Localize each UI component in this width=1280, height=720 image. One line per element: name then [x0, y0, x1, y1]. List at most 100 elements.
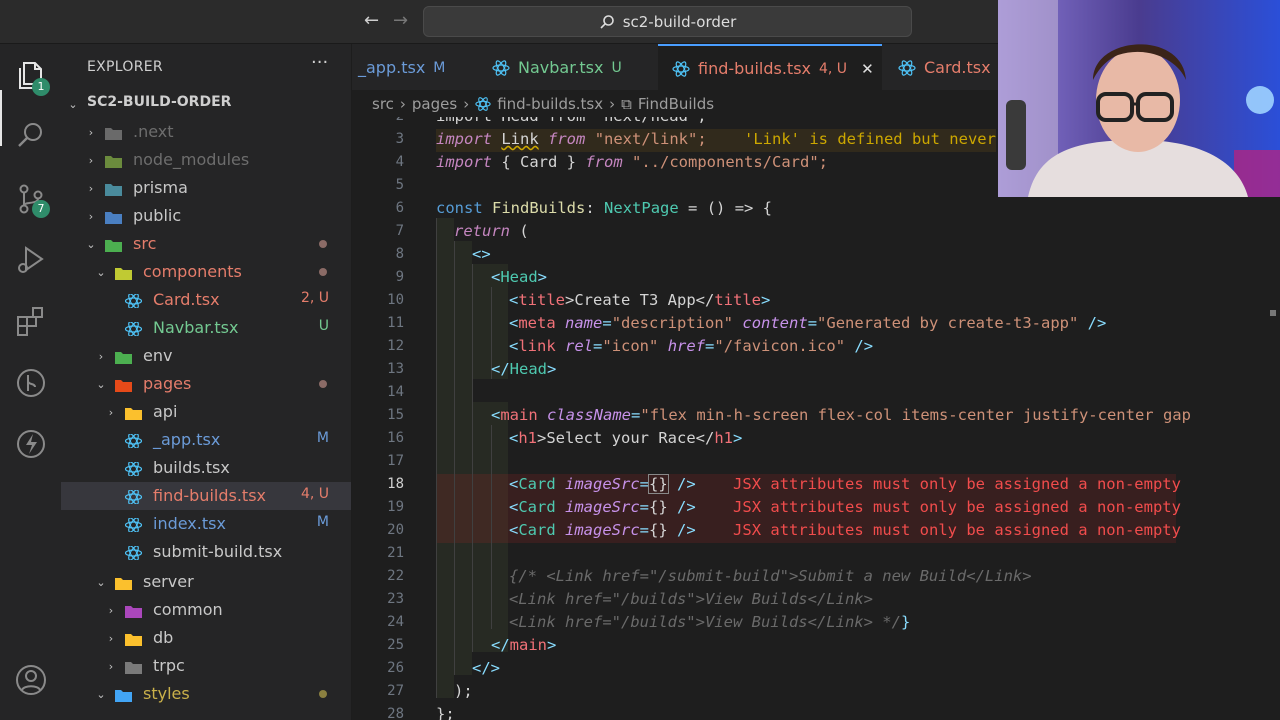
- forward-arrow-icon[interactable]: →: [393, 10, 408, 31]
- tree-item-find-builds-tsx[interactable]: find-builds.tsx 4, U: [61, 482, 351, 510]
- explorer-badge: 1: [32, 78, 50, 96]
- command-center-search[interactable]: sc2-build-order: [423, 6, 912, 37]
- tree-item-env[interactable]: › env: [61, 342, 351, 370]
- code-text: <Card imageSrc={} /> JSX attributes must…: [509, 521, 1181, 539]
- tree-item-label: builds.tsx: [153, 458, 230, 477]
- tree-item-builds-tsx[interactable]: builds.tsx: [61, 454, 351, 482]
- file-status-badge: M: [316, 430, 329, 446]
- file-status-badge: 2, U: [300, 290, 329, 306]
- tree-item-label: Card.tsx: [153, 290, 220, 309]
- tree-item-prisma[interactable]: › prisma: [61, 174, 351, 202]
- code-line: 20 <Card imageSrc={} /> JSX attributes m…: [352, 520, 1280, 543]
- react-file-icon: [124, 489, 143, 505]
- tree-item-label: public: [133, 206, 182, 225]
- tree-item-node-modules[interactable]: › node_modules: [61, 146, 351, 174]
- tree-item-pages[interactable]: ⌄ pages: [61, 370, 351, 398]
- tab-navbar-tsx[interactable]: Navbar.tsx U: [492, 44, 642, 90]
- code-text: <link rel="icon" href="/favicon.ico" />: [509, 337, 874, 355]
- tree-item-next[interactable]: › .next: [61, 118, 351, 146]
- code-text: <title>Create T3 App</title>: [509, 291, 771, 309]
- chevron-right-icon: ›: [108, 603, 114, 617]
- tree-item-api[interactable]: › api: [61, 398, 351, 426]
- file-status-badge: 4, U: [300, 486, 329, 502]
- react-icon: [475, 97, 491, 111]
- breadcrumb-item[interactable]: pages: [412, 95, 457, 113]
- line-number: 11: [387, 315, 404, 331]
- folder-env-icon: [115, 349, 132, 364]
- modified-dot: [319, 240, 327, 248]
- git-graph-icon[interactable]: [14, 366, 48, 400]
- close-icon[interactable]: ✕: [861, 60, 874, 78]
- tree-item-trpc[interactable]: › trpc: [61, 652, 351, 680]
- code-line: 9 <Head>: [352, 267, 1280, 290]
- code-text: <main className="flex min-h-screen flex-…: [491, 406, 1191, 424]
- tree-item-components[interactable]: ⌄ components: [61, 258, 351, 286]
- tree-item-server[interactable]: ⌄ server: [61, 568, 351, 596]
- tree-item-label: src: [133, 234, 157, 253]
- react-icon: [672, 60, 690, 77]
- modified-dot: [319, 690, 327, 698]
- tab-find-builds-tsx[interactable]: find-builds.tsx 4, U ✕: [658, 44, 882, 90]
- tree-root[interactable]: ⌄ SC2-BUILD-ORDER: [61, 90, 351, 118]
- tree-item-db[interactable]: › db: [61, 624, 351, 652]
- line-number: 16: [387, 430, 404, 446]
- tree-item-common[interactable]: › common: [61, 596, 351, 624]
- extensions-icon[interactable]: [14, 304, 48, 338]
- tree-item-submit-build-tsx[interactable]: submit-build.tsx: [61, 538, 351, 566]
- code-editor[interactable]: 2 import Head from "next/head"; 3 import…: [352, 117, 1280, 720]
- breadcrumb-item[interactable]: find-builds.tsx: [497, 95, 603, 113]
- code-text: const FindBuilds: NextPage = () => {: [436, 199, 773, 217]
- modified-dot: [319, 268, 327, 276]
- tree-item-index-tsx[interactable]: index.tsx M: [61, 510, 351, 538]
- account-icon[interactable]: [14, 663, 48, 697]
- folder-components-icon: [115, 265, 132, 280]
- code-text: </main>: [491, 636, 557, 654]
- tree-item-src[interactable]: ⌄ src: [61, 230, 351, 258]
- line-number: 19: [387, 499, 404, 515]
- chevron-right-icon: ›: [98, 349, 104, 363]
- tab-status: U: [611, 59, 622, 76]
- line-number: 23: [387, 591, 404, 607]
- diagnostic-warning: 'Link' is defined but never: [744, 130, 996, 148]
- chevron-right-icon: ›: [88, 125, 94, 139]
- code-comment: <Link href="/builds">View Builds</Link> …: [509, 613, 911, 631]
- tree-item-label: components: [143, 262, 242, 281]
- tree-item-styles[interactable]: ⌄ styles: [61, 680, 351, 708]
- tree-item-label: pages: [143, 374, 192, 393]
- chevron-down-icon: ⌄: [86, 237, 96, 251]
- code-text: <Card imageSrc={} /> JSX attributes must…: [509, 498, 1181, 516]
- search-icon[interactable]: [14, 118, 48, 152]
- tree-item-card-tsx[interactable]: Card.tsx 2, U: [61, 286, 351, 314]
- tab-card-tsx[interactable]: Card.tsx: [898, 44, 1008, 90]
- tree-item-navbar-tsx[interactable]: Navbar.tsx U: [61, 314, 351, 342]
- folder-prisma-icon: [105, 181, 122, 196]
- tree-item-label: _app.tsx: [153, 430, 221, 449]
- source-control-badge: 7: [32, 200, 50, 218]
- more-actions-icon[interactable]: ···: [311, 52, 328, 73]
- line-number: 14: [387, 384, 404, 400]
- run-debug-icon[interactable]: [14, 243, 48, 277]
- line-number: 26: [387, 660, 404, 676]
- tree-item-app-tsx[interactable]: _app.tsx M: [61, 426, 351, 454]
- tab-app-tsx[interactable]: _app.tsx M: [358, 44, 476, 90]
- breadcrumb-item[interactable]: src: [372, 95, 394, 113]
- root-folder-label: SC2-BUILD-ORDER: [87, 94, 232, 110]
- scrollbar-marker[interactable]: [1270, 310, 1276, 316]
- code-text: <meta name="description" content="Genera…: [509, 314, 1107, 332]
- code-line-current: 18 <Card imageSrc={} /> JSX attributes m…: [352, 474, 1280, 497]
- react-file-icon: [124, 433, 143, 449]
- code-line: 23 <Link href="/builds">View Builds</Lin…: [352, 589, 1280, 612]
- folder-icon: [125, 659, 142, 674]
- back-arrow-icon[interactable]: ←: [364, 10, 379, 31]
- workspace-name: sc2-build-order: [622, 12, 737, 31]
- tab-label: Navbar.tsx: [518, 58, 604, 77]
- line-number: 17: [387, 453, 404, 469]
- breadcrumb-item[interactable]: FindBuilds: [638, 95, 714, 113]
- lightning-icon[interactable]: [14, 427, 48, 461]
- explorer-sidebar: EXPLORER ··· ⌄ SC2-BUILD-ORDER › .next ›…: [61, 44, 352, 720]
- code-line: 16 <h1>Select your Race</h1>: [352, 428, 1280, 451]
- folder-pages-icon: [115, 377, 132, 392]
- line-number: 5: [395, 177, 404, 193]
- tree-item-public[interactable]: › public: [61, 202, 351, 230]
- diagnostic-error: JSX attributes must only be assigned a n…: [733, 498, 1181, 516]
